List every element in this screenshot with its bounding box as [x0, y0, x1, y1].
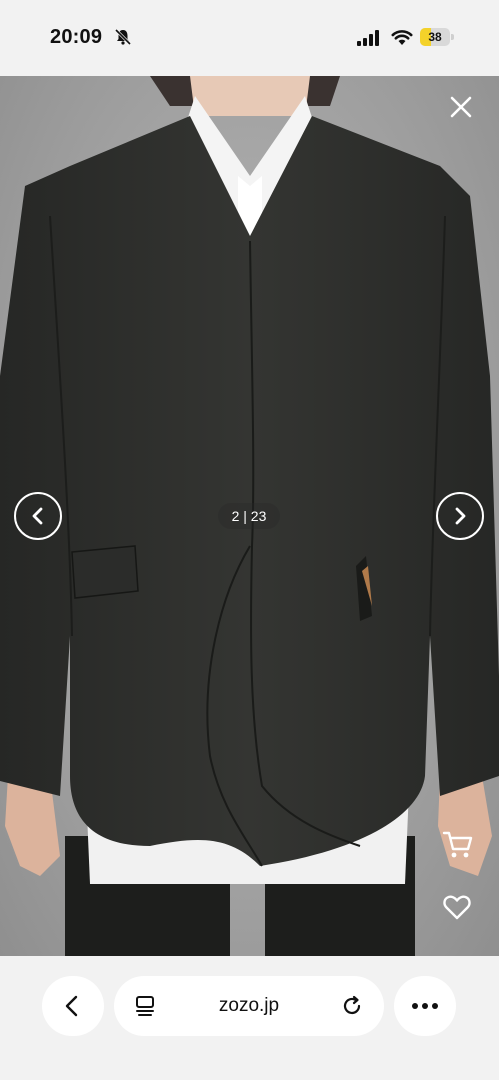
chevron-left-icon: [32, 507, 43, 525]
back-button[interactable]: [42, 976, 104, 1036]
signal-icon: [357, 30, 379, 46]
status-bar: 20:09 38: [0, 0, 499, 76]
cart-icon[interactable]: [442, 828, 474, 860]
chevron-right-icon: [455, 507, 466, 525]
product-image-viewer[interactable]: 2 | 23: [0, 76, 499, 956]
reload-icon[interactable]: [341, 995, 363, 1017]
battery-icon: 38: [420, 28, 456, 46]
image-counter: 2 | 23: [218, 503, 280, 529]
browser-toolbar: zozo.jp: [0, 956, 499, 1080]
heart-icon[interactable]: [442, 892, 472, 922]
address-bar[interactable]: zozo.jp: [114, 976, 384, 1036]
status-time: 20:09: [50, 26, 103, 48]
bell-slash-icon: [114, 28, 132, 46]
close-icon[interactable]: [446, 92, 476, 122]
more-icon: [412, 1003, 438, 1009]
battery-level: 38: [428, 30, 442, 44]
more-button[interactable]: [394, 976, 456, 1036]
chevron-left-icon: [65, 995, 78, 1017]
wifi-icon: [391, 30, 413, 45]
next-image-button[interactable]: [436, 492, 484, 540]
previous-image-button[interactable]: [14, 492, 62, 540]
